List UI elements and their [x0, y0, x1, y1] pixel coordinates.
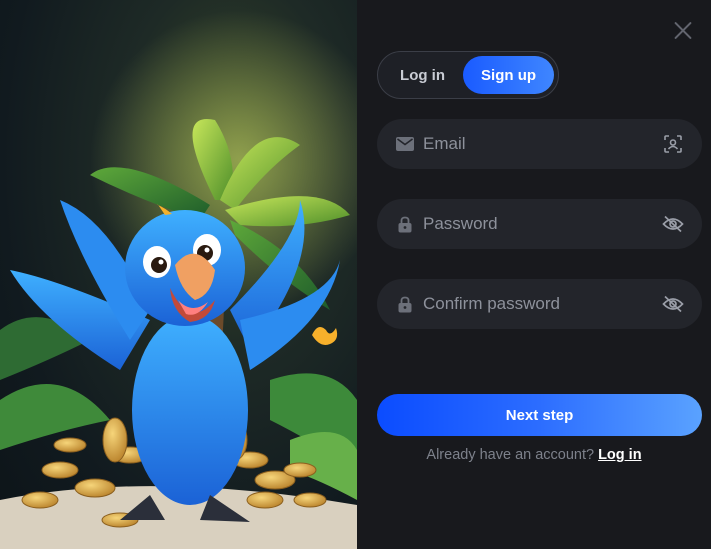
close-icon[interactable]: [671, 18, 695, 42]
parrot-illustration: [0, 10, 357, 549]
contact-card-icon[interactable]: [662, 133, 684, 155]
promo-illustration: [0, 0, 357, 549]
login-prompt: Already have an account? Log in: [357, 447, 711, 463]
eye-off-icon[interactable]: [662, 293, 684, 315]
mail-icon: [395, 134, 415, 154]
password-field[interactable]: [377, 199, 702, 249]
login-prompt-text: Already have an account?: [426, 447, 595, 463]
email-field[interactable]: [377, 119, 702, 169]
lock-icon: [395, 214, 415, 234]
login-link[interactable]: Log in: [598, 447, 642, 463]
lock-icon: [395, 294, 415, 314]
signup-panel: Log in Sign up Email Next step Already h…: [357, 0, 711, 549]
confirm-password-field[interactable]: [377, 279, 702, 329]
password-input[interactable]: [423, 214, 662, 234]
tab-signup[interactable]: Sign up: [463, 56, 554, 94]
tab-login[interactable]: Log in: [382, 56, 463, 94]
email-input[interactable]: [423, 134, 662, 154]
next-step-button[interactable]: Next step: [377, 394, 702, 436]
confirm-password-input[interactable]: [423, 294, 662, 314]
eye-off-icon[interactable]: [662, 213, 684, 235]
auth-mode-switch: Log in Sign up: [377, 51, 559, 99]
